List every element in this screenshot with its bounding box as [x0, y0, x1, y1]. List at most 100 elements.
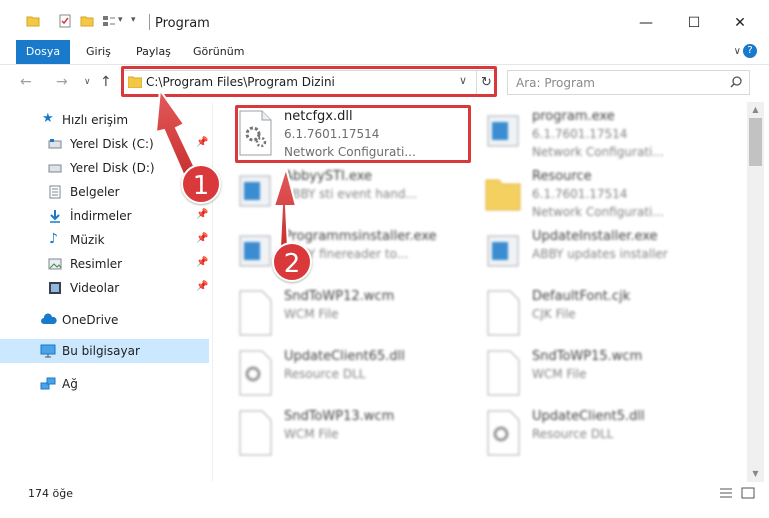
- qat-dropdown-icon[interactable]: ▾: [118, 15, 123, 25]
- file-item[interactable]: Programmsinstaller.exe ABBY finereader t…: [214, 224, 454, 284]
- step-1-badge: 1: [181, 164, 221, 204]
- folder-icon: [26, 16, 40, 27]
- back-arrow-icon[interactable]: ←: [20, 74, 32, 90]
- file-item[interactable]: Resource 6.1.7601.17514 Network Configur…: [462, 164, 702, 224]
- file-meta-line: ABBY updates installer: [532, 247, 668, 261]
- file-item[interactable]: UpdateInstaller.exe ABBY updates install…: [462, 224, 702, 284]
- pin-icon[interactable]: 📌: [196, 281, 208, 292]
- pin-icon[interactable]: 📌: [196, 137, 208, 148]
- file-meta-line: Resource DLL: [284, 367, 366, 381]
- sidebar-item-label: Belgeler: [70, 185, 120, 199]
- file-highlight-box: [235, 105, 471, 163]
- tab-view[interactable]: Görünüm: [189, 40, 248, 64]
- file-meta-line: 6.1.7601.17514: [532, 127, 628, 141]
- videos-icon: [49, 282, 61, 294]
- documents-icon: [49, 185, 61, 199]
- sidebar-item-documents[interactable]: Belgeler 📌: [0, 180, 209, 204]
- sidebar-item-label: Bu bilgisayar: [62, 344, 140, 358]
- exe-file-icon: [239, 235, 271, 267]
- large-icons-view-icon[interactable]: [740, 486, 756, 500]
- qat-customize-icon[interactable]: ▾: [131, 15, 136, 25]
- download-icon: [50, 210, 60, 223]
- help-icon[interactable]: ?: [743, 44, 757, 58]
- search-box[interactable]: Ara: Program: [507, 70, 750, 95]
- scroll-down-icon[interactable]: ▼: [747, 466, 764, 482]
- file-item[interactable]: AbbyySTI.exe ABBY sti event hand...: [214, 164, 454, 224]
- item-count: 174 öğe: [28, 487, 73, 500]
- sidebar-item-label: Ağ: [62, 377, 78, 391]
- title-bar: ▾ ▾ Program — ☐ ✕: [0, 0, 769, 40]
- minimize-button[interactable]: —: [626, 8, 666, 38]
- sidebar-item-label: Müzik: [70, 233, 105, 247]
- computer-icon: [40, 344, 56, 358]
- file-item[interactable]: UpdateClient65.dll Resource DLL: [214, 344, 454, 404]
- address-highlight-box: [121, 66, 497, 97]
- sidebar-item-this-pc[interactable]: Bu bilgisayar: [0, 339, 209, 363]
- recent-locations-icon[interactable]: ∨: [84, 77, 91, 87]
- file-name: UpdateInstaller.exe: [532, 229, 658, 244]
- sidebar-item-label: Resimler: [70, 257, 123, 271]
- window-title: Program: [155, 16, 210, 31]
- exe-file-icon: [487, 235, 519, 267]
- file-name: Resource: [532, 169, 592, 184]
- file-meta-line: 6.1.7601.17514: [532, 187, 628, 201]
- file-item[interactable]: SndToWP13.wcm WCM File: [214, 404, 454, 464]
- file-item[interactable]: program.exe 6.1.7601.17514 Network Confi…: [462, 104, 702, 164]
- sidebar-item-videos[interactable]: Videolar 📌: [0, 276, 209, 300]
- sidebar-item-drive-d[interactable]: Yerel Disk (D:): [0, 156, 209, 180]
- up-arrow-icon[interactable]: ↑: [100, 74, 112, 90]
- tab-share[interactable]: Paylaş: [132, 40, 175, 64]
- file-item[interactable]: SndToWP15.wcm WCM File: [462, 344, 702, 404]
- file-name: program.exe: [532, 109, 615, 124]
- dll-file-icon: [239, 350, 272, 396]
- scroll-up-icon[interactable]: ▲: [747, 102, 764, 118]
- music-icon: ♪: [49, 231, 58, 247]
- tab-file[interactable]: Dosya: [16, 40, 70, 64]
- explorer-window: ▾ ▾ Program — ☐ ✕ Dosya Giriş Paylaş Gör…: [0, 0, 769, 518]
- ribbon-expand-icon[interactable]: ∨: [734, 46, 741, 57]
- file-item[interactable]: DefaultFont.cjk CJK File: [462, 284, 702, 344]
- generic-file-icon: [487, 350, 520, 396]
- file-item[interactable]: SndToWP12.wcm WCM File: [214, 284, 454, 344]
- file-item[interactable]: UpdateClient5.dll Resource DLL: [462, 404, 702, 464]
- file-name: UpdateClient65.dll: [284, 349, 405, 364]
- sidebar-item-network[interactable]: Ağ: [0, 372, 209, 396]
- sidebar-item-downloads[interactable]: İndirmeler 📌: [0, 204, 209, 228]
- sidebar-item-music[interactable]: ♪ Müzik 📌: [0, 228, 209, 252]
- customize-toolbar-icon[interactable]: [102, 14, 116, 28]
- sidebar-item-label: Videolar: [70, 281, 120, 295]
- details-view-icon[interactable]: [718, 486, 734, 500]
- navigation-pane: ★ Hızlı erişim Yerel Disk (C:) 📌 Yerel D…: [0, 102, 212, 484]
- pin-icon[interactable]: 📌: [196, 233, 208, 244]
- pin-icon[interactable]: 📌: [196, 257, 208, 268]
- close-button[interactable]: ✕: [720, 8, 760, 38]
- search-input[interactable]: Ara: Program: [516, 76, 595, 90]
- sidebar-item-quick-access[interactable]: ★ Hızlı erişim: [0, 108, 209, 132]
- generic-file-icon: [239, 410, 272, 456]
- generic-file-icon: [239, 290, 272, 336]
- sidebar-item-label: OneDrive: [62, 313, 119, 327]
- sidebar-item-label: İndirmeler: [70, 209, 132, 223]
- forward-arrow-icon[interactable]: →: [56, 74, 68, 90]
- pin-icon[interactable]: 📌: [196, 209, 208, 220]
- maximize-button[interactable]: ☐: [674, 8, 714, 38]
- sidebar-item-drive-c[interactable]: Yerel Disk (C:) 📌: [0, 132, 209, 156]
- properties-icon[interactable]: [58, 14, 72, 28]
- sidebar-item-pictures[interactable]: Resimler 📌: [0, 252, 209, 276]
- file-meta-line: CJK File: [532, 307, 576, 321]
- sidebar-item-onedrive[interactable]: OneDrive: [0, 308, 209, 332]
- cloud-icon: [41, 313, 57, 324]
- drive-icon: [48, 164, 62, 173]
- search-icon[interactable]: [729, 75, 743, 89]
- scrollbar-thumb[interactable]: [749, 118, 762, 166]
- network-icon: [40, 377, 56, 390]
- file-meta-line: WCM File: [284, 307, 339, 321]
- ribbon-tabs: Dosya Giriş Paylaş Görünüm ∨ ?: [0, 40, 769, 64]
- folder-icon: [485, 179, 521, 211]
- star-icon: ★: [42, 111, 54, 126]
- file-meta-line: WCM File: [532, 367, 587, 381]
- new-folder-icon[interactable]: [80, 14, 94, 28]
- tab-home[interactable]: Giriş: [82, 40, 115, 64]
- file-name: Programmsinstaller.exe: [284, 229, 437, 244]
- vertical-scrollbar[interactable]: ▲ ▼: [747, 102, 764, 482]
